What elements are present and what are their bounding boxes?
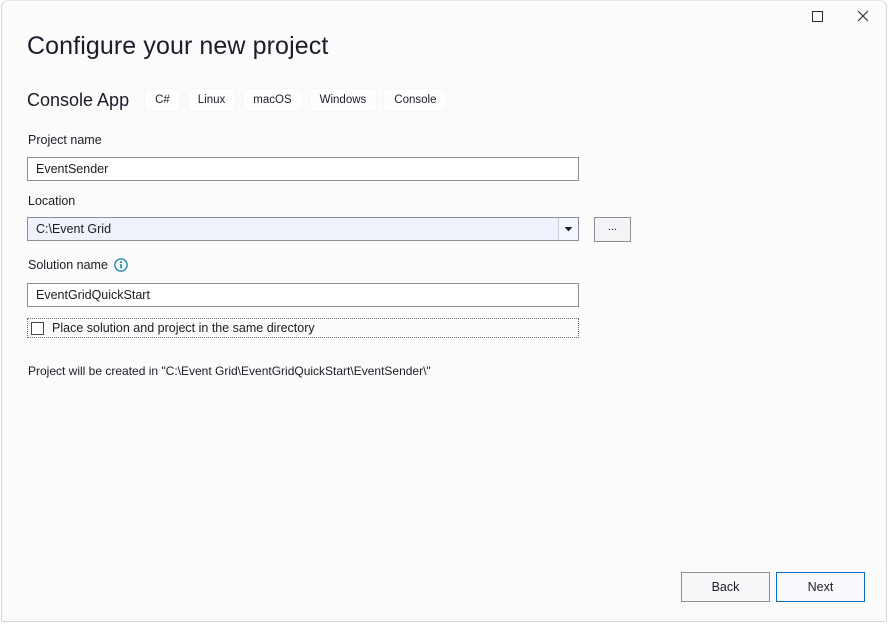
solution-name-input[interactable] xyxy=(27,283,579,307)
close-button[interactable] xyxy=(840,1,886,31)
maximize-button[interactable] xyxy=(794,1,840,31)
solution-name-label-row: Solution name xyxy=(28,258,128,272)
tag-macos: macOS xyxy=(243,89,301,111)
configure-project-dialog: Configure your new project Console App C… xyxy=(1,0,887,622)
maximize-icon xyxy=(812,11,823,22)
back-button[interactable]: Back xyxy=(681,572,770,602)
next-button[interactable]: Next xyxy=(776,572,865,602)
tag-linux: Linux xyxy=(188,89,236,111)
location-combobox[interactable] xyxy=(27,217,579,241)
window-controls xyxy=(794,1,886,33)
location-input[interactable] xyxy=(28,217,558,241)
tag-windows: Windows xyxy=(310,89,377,111)
same-directory-checkbox-row[interactable]: Place solution and project in the same d… xyxy=(27,318,579,338)
project-name-input[interactable] xyxy=(27,157,579,181)
location-label: Location xyxy=(28,194,75,208)
project-name-label: Project name xyxy=(28,133,102,147)
same-directory-checkbox[interactable] xyxy=(31,322,44,335)
same-directory-label: Place solution and project in the same d… xyxy=(52,321,315,335)
dialog-footer: Back Next xyxy=(2,572,886,602)
info-icon[interactable] xyxy=(114,258,128,272)
project-type-name: Console App xyxy=(27,90,129,111)
solution-name-label: Solution name xyxy=(28,258,108,272)
project-type-row: Console App C# Linux macOS Windows Conso… xyxy=(27,87,454,113)
tag-language: C# xyxy=(145,89,180,111)
project-path-note: Project will be created in "C:\Event Gri… xyxy=(28,364,431,378)
close-icon xyxy=(857,10,869,22)
page-title: Configure your new project xyxy=(27,32,328,61)
chevron-down-icon[interactable] xyxy=(558,218,578,240)
tag-console: Console xyxy=(384,89,446,111)
browse-location-button[interactable]: ... xyxy=(594,217,631,242)
